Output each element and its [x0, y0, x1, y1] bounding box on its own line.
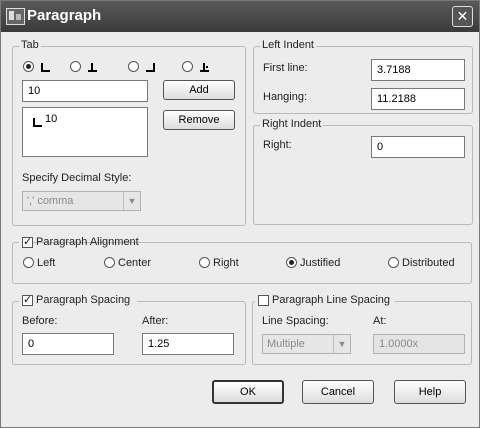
align-justified-label: Justified	[300, 257, 341, 269]
chevron-down-icon: ▼	[123, 192, 140, 210]
paragraph-dialog: Paragraph ✕ Tab 10 Add 10 Remove Specify…	[0, 0, 480, 428]
before-input[interactable]: 0	[22, 333, 114, 355]
align-center-radio[interactable]	[104, 257, 115, 268]
spacing-checkbox[interactable]	[22, 293, 33, 306]
app-icon	[6, 8, 25, 25]
line-spacing-group	[252, 301, 472, 365]
after-label: After:	[142, 315, 169, 327]
align-justified-radio[interactable]	[286, 257, 297, 268]
spacing-legend: Paragraph Spacing	[36, 294, 131, 306]
before-label: Before:	[22, 315, 58, 327]
center-tab-radio[interactable]	[70, 61, 81, 72]
left-tab-icon	[41, 63, 50, 72]
decimal-style-label: Specify Decimal Style:	[22, 172, 132, 184]
line-spacing-legend: Paragraph Line Spacing	[272, 294, 391, 306]
first-line-input[interactable]: 3.7188	[371, 59, 465, 81]
right-indent-input[interactable]: 0	[371, 136, 465, 158]
at-label: At:	[373, 315, 387, 327]
cancel-button[interactable]: Cancel	[302, 380, 374, 404]
center-tab-icon	[88, 63, 97, 72]
decimal-tab-icon	[200, 63, 209, 72]
right-label: Right:	[263, 139, 292, 151]
decimal-style-select: ',' comma ▼	[22, 191, 141, 211]
line-spacing-checkbox[interactable]	[258, 295, 269, 306]
line-spacing-select: Multiple ▼	[262, 334, 351, 354]
left-tab-radio[interactable]	[23, 61, 34, 72]
title-bar[interactable]: Paragraph ✕	[1, 1, 479, 32]
spacing-header: Paragraph Spacing	[19, 293, 137, 308]
align-left-label: Left	[37, 257, 56, 269]
align-left-radio[interactable]	[23, 257, 34, 268]
decimal-style-value: ',' comma	[27, 195, 74, 207]
line-spacing-label: Line Spacing:	[262, 315, 329, 327]
hanging-label: Hanging:	[263, 91, 308, 103]
decimal-tab-radio[interactable]	[182, 61, 193, 72]
ok-button[interactable]: OK	[212, 380, 284, 404]
tab-legend: Tab	[19, 39, 41, 51]
right-tab-radio[interactable]	[128, 61, 139, 72]
left-tab-icon	[33, 118, 42, 127]
alignment-legend: Paragraph Alignment	[36, 236, 139, 248]
tab-stops-list[interactable]: 10	[22, 107, 148, 157]
right-tab-icon	[146, 63, 155, 72]
list-item[interactable]: 10	[45, 113, 57, 125]
hanging-input[interactable]: 11.2188	[371, 88, 465, 110]
align-distributed-label: Distributed	[402, 257, 455, 269]
chevron-down-icon: ▼	[333, 335, 350, 353]
remove-tab-button[interactable]: Remove	[163, 110, 235, 130]
alignment-checkbox[interactable]	[22, 235, 33, 248]
add-tab-button[interactable]: Add	[163, 80, 235, 100]
align-center-label: Center	[118, 257, 152, 269]
after-input[interactable]: 1.25	[142, 333, 234, 355]
close-button[interactable]: ✕	[452, 6, 473, 27]
at-input: 1.0000x	[373, 334, 465, 354]
align-right-radio[interactable]	[199, 257, 210, 268]
line-spacing-header: Paragraph Line Spacing	[255, 294, 395, 308]
alignment-header: Paragraph Alignment	[19, 235, 139, 250]
left-indent-legend: Left Indent	[260, 39, 316, 51]
close-icon: ✕	[456, 8, 469, 24]
right-indent-legend: Right Indent	[260, 118, 324, 130]
dialog-title: Paragraph	[27, 7, 102, 24]
align-right-label: Right	[213, 257, 239, 269]
tab-position-input[interactable]: 10	[22, 80, 148, 102]
line-spacing-value: Multiple	[267, 338, 305, 350]
first-line-label: First line:	[263, 62, 308, 74]
help-button[interactable]: Help	[394, 380, 466, 404]
align-distributed-radio[interactable]	[388, 257, 399, 268]
